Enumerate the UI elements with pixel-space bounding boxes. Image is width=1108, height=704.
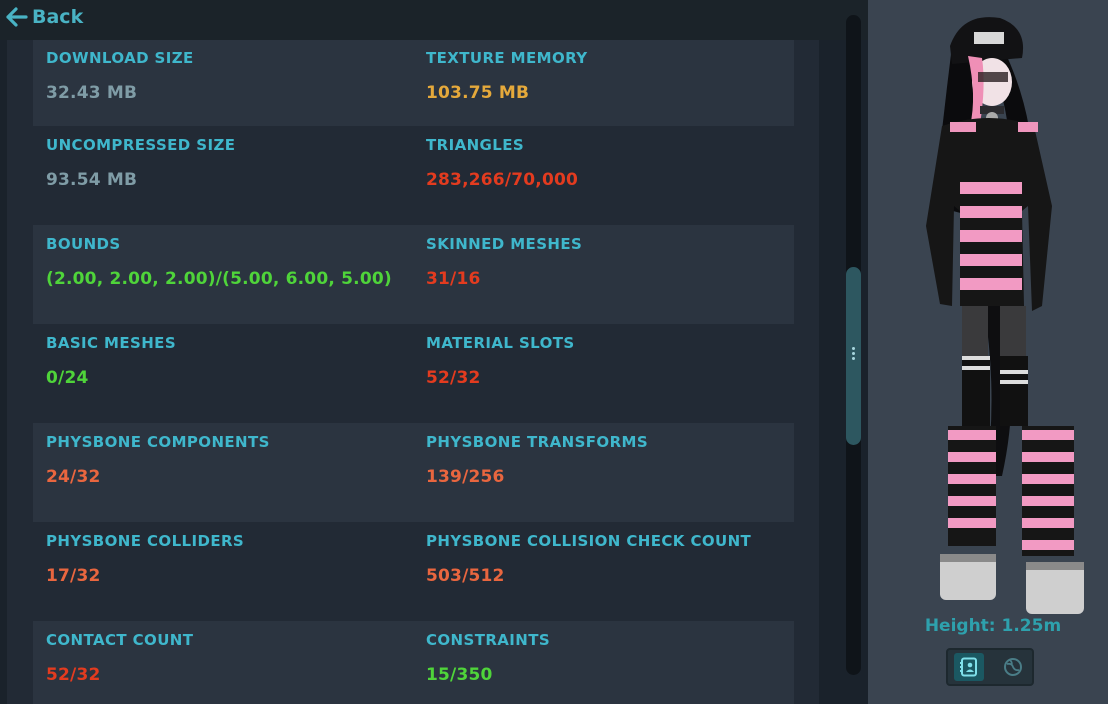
stat-label: TRIANGLES <box>426 136 525 154</box>
stat-label: UNCOMPRESSED SIZE <box>46 136 236 154</box>
contact-card-button[interactable] <box>954 653 984 681</box>
stats-panel[interactable]: DOWNLOAD SIZE 32.43 MB TEXTURE MEMORY 103.7… <box>7 40 819 704</box>
top-bar: Back <box>0 0 868 40</box>
contact-card-icon <box>960 657 977 677</box>
stat-label: CONSTRAINTS <box>426 631 551 649</box>
stat-value: 503/512 <box>426 566 505 586</box>
stat-label: PHYSBONE COLLIDERS <box>46 532 245 550</box>
stat-label: BOUNDS <box>46 235 121 253</box>
stat-label: PHYSBONE COMPONENTS <box>46 433 270 451</box>
stat-value: 93.54 MB <box>46 170 138 190</box>
stat-value: 31/16 <box>426 269 481 289</box>
avatar-stats-screen: Back DOWNLOAD SIZE 32.43 MB TEXTURE MEMORY… <box>0 0 1108 704</box>
globe-button[interactable] <box>998 653 1028 681</box>
back-label: Back <box>32 6 84 28</box>
avatar-height-label: Height: 1.25m <box>924 616 1062 636</box>
preview-view-toggle <box>946 648 1034 686</box>
stats-row: UNCOMPRESSED SIZE 93.54 MB TRIANGLES 283,26… <box>33 126 794 225</box>
stat-label: TEXTURE MEMORY <box>426 49 588 67</box>
stats-list: DOWNLOAD SIZE 32.43 MB TEXTURE MEMORY 103.7… <box>33 40 794 704</box>
stat-value: 32.43 MB <box>46 83 138 103</box>
stat-value: 15/350 <box>426 665 493 685</box>
globe-icon <box>1004 658 1022 676</box>
stats-row: CONTACT COUNT 52/32 CONSTRAINTS 15/350 <box>33 621 794 704</box>
stats-row: BASIC MESHES 0/24 MATERIAL SLOTS 52/32 <box>33 324 794 423</box>
stat-value: 24/32 <box>46 467 101 487</box>
back-button[interactable]: Back <box>6 4 83 30</box>
stat-label: MATERIAL SLOTS <box>426 334 575 352</box>
stat-value: (2.00, 2.00, 2.00)/(5.00, 6.00, 5.00) <box>46 269 392 289</box>
stat-value: 283,266/70,000 <box>426 170 579 190</box>
stats-row: PHYSBONE COMPONENTS 24/32 PHYSBONE TRANSFO… <box>33 423 794 522</box>
stat-label: PHYSBONE TRANSFORMS <box>426 433 649 451</box>
stats-row: BOUNDS (2.00, 2.00, 2.00)/(5.00, 6.00, 5.… <box>33 225 794 324</box>
arrow-left-icon <box>6 7 28 27</box>
stat-label: CONTACT COUNT <box>46 631 194 649</box>
scrollbar-thumb[interactable] <box>846 267 861 445</box>
stat-value: 17/32 <box>46 566 101 586</box>
stats-row: DOWNLOAD SIZE 32.43 MB TEXTURE MEMORY 103.7… <box>33 40 794 126</box>
avatar-figure[interactable] <box>882 6 1102 626</box>
stat-label: PHYSBONE COLLISION CHECK COUNT <box>426 532 752 550</box>
avatar-preview-panel: Height: 1.25m <box>868 0 1108 704</box>
stat-label: BASIC MESHES <box>46 334 177 352</box>
stat-value: 52/32 <box>46 665 101 685</box>
stat-label: DOWNLOAD SIZE <box>46 49 194 67</box>
stat-value: 52/32 <box>426 368 481 388</box>
stats-row: PHYSBONE COLLIDERS 17/32 PHYSBONE COLLISIO… <box>33 522 794 621</box>
stat-value: 0/24 <box>46 368 89 388</box>
grip-icon <box>852 347 855 360</box>
stat-label: SKINNED MESHES <box>426 235 583 253</box>
scrollbar-track[interactable] <box>846 15 861 675</box>
stat-value: 139/256 <box>426 467 505 487</box>
stat-value: 103.75 MB <box>426 83 530 103</box>
